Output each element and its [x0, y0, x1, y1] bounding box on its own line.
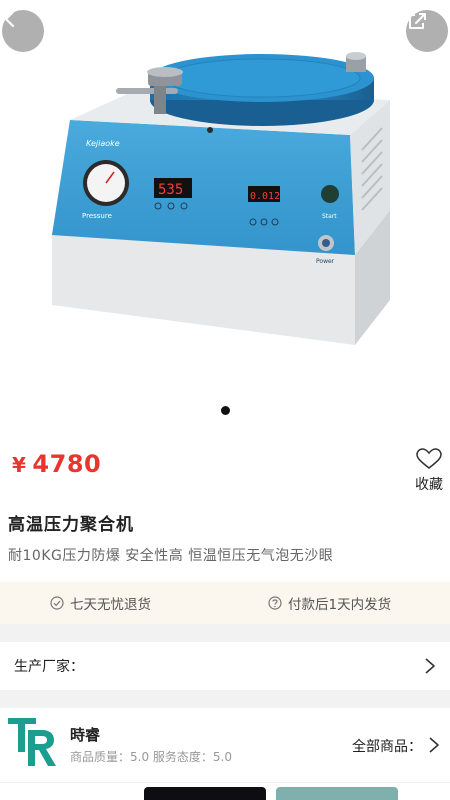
service-shipping: 付款后1天内发货	[268, 593, 391, 613]
check-circle-icon	[50, 596, 64, 610]
share-icon	[409, 13, 426, 29]
carousel-indicator-dot[interactable]	[221, 406, 230, 415]
currency-symbol: ¥	[12, 453, 27, 477]
shop-name[interactable]: 時睿	[70, 724, 100, 745]
back-button[interactable]	[2, 10, 44, 52]
heart-icon	[416, 448, 442, 469]
svg-text:Pressure: Pressure	[82, 212, 112, 220]
shop-rating: 商品质量：5.0 服务态度：5.0	[70, 750, 232, 764]
svg-text:535: 535	[158, 182, 183, 198]
svg-text:0.012: 0.012	[250, 191, 280, 202]
favorite-label: 收藏	[415, 477, 443, 493]
section-divider	[0, 690, 450, 708]
svg-text:Start: Start	[322, 213, 337, 220]
service-shipping-label: 付款后1天内发货	[288, 597, 392, 613]
price: ¥4780	[12, 450, 101, 478]
manufacturer-row[interactable]: 生产厂家：	[0, 642, 450, 690]
chevron-right-icon	[425, 658, 435, 674]
chevron-left-icon	[4, 10, 15, 28]
chevron-right-icon	[429, 737, 439, 753]
shop-logo	[8, 718, 56, 766]
service-return-label: 七天无忧退货	[70, 597, 151, 613]
product-image-carousel[interactable]: Kejiaoke Pressure 535 0.012 Start Power	[0, 0, 450, 430]
all-goods-link[interactable]: 全部商品：	[352, 736, 422, 756]
product-subtitle: 耐10KG压力防爆 安全性高 恒温恒压无气泡无沙眼	[8, 548, 334, 564]
question-circle-icon	[268, 596, 282, 610]
all-goods-label: 全部商品：	[352, 739, 422, 755]
svg-text:Kejiaoke: Kejiaoke	[86, 139, 120, 148]
price-value: 4780	[32, 450, 102, 478]
share-button[interactable]	[406, 10, 448, 52]
svg-text:Power: Power	[316, 258, 335, 265]
shop-product-thumbnail[interactable]	[144, 787, 266, 800]
shop-product-thumbnail[interactable]	[276, 787, 398, 800]
service-return: 七天无忧退货	[50, 593, 151, 613]
favorite-button[interactable]: 收藏	[412, 448, 446, 494]
service-guarantees: 七天无忧退货 付款后1天内发货	[0, 582, 450, 624]
section-divider	[0, 624, 450, 642]
manufacturer-label: 生产厂家：	[14, 659, 84, 675]
product-photo: Kejiaoke Pressure 535 0.012 Start Power	[52, 52, 390, 345]
product-title: 高温压力聚合机	[8, 515, 134, 535]
